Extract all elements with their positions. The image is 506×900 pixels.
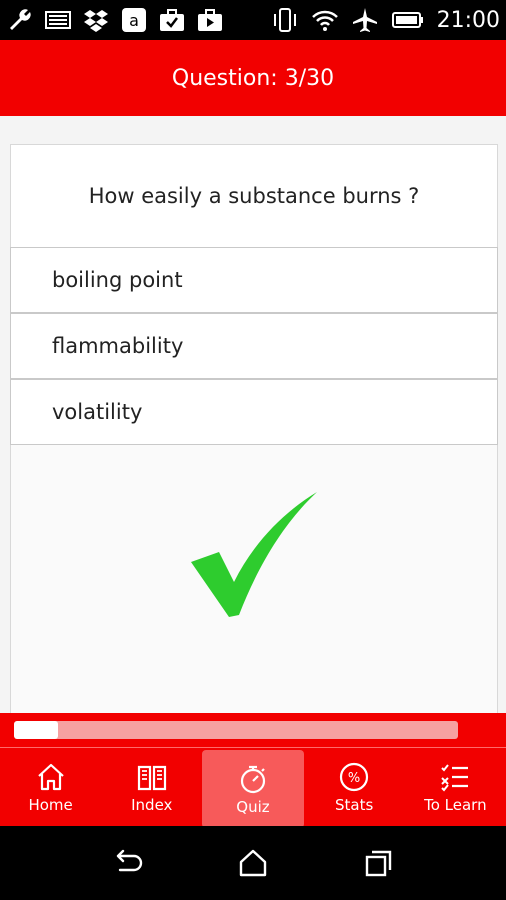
- bottom-nav: Home Index Quiz % Stats To Learn: [0, 747, 506, 828]
- quiz-progress: [0, 713, 506, 747]
- nav-to-learn[interactable]: To Learn: [405, 748, 506, 826]
- percent-icon: %: [340, 762, 369, 792]
- wrench-icon: [10, 9, 31, 30]
- checklist-icon: [441, 764, 469, 792]
- nav-quiz[interactable]: Quiz: [202, 750, 304, 828]
- answer-option-3[interactable]: volatility: [10, 379, 498, 445]
- nav-index[interactable]: Index: [101, 748, 202, 826]
- progress-fill: [14, 721, 59, 739]
- app-header: Question: 3/30: [0, 40, 506, 116]
- battery-icon: [391, 12, 423, 28]
- status-bar-system: 21:00: [271, 4, 500, 36]
- home-icon[interactable]: [236, 848, 270, 878]
- nav-stats[interactable]: % Stats: [304, 748, 405, 826]
- question-box: How easily a substance burns ?: [11, 145, 497, 247]
- question-counter: Question: 3/30: [171, 65, 335, 91]
- dropbox-icon: [84, 10, 108, 32]
- answer-option-1[interactable]: boiling point: [10, 247, 498, 313]
- nav-home[interactable]: Home: [0, 748, 101, 826]
- airplane-icon: [352, 8, 377, 32]
- stopwatch-icon: [240, 765, 266, 794]
- briefcase-check-icon: [160, 9, 184, 31]
- back-icon[interactable]: [110, 848, 144, 878]
- amazon-icon: a: [122, 8, 146, 32]
- answer-option-2[interactable]: flammability: [10, 313, 498, 379]
- clock: 21:00: [436, 7, 500, 33]
- status-bar-notifications: a: [6, 4, 224, 36]
- nav-home-label: Home: [28, 796, 73, 814]
- wifi-icon: [311, 10, 338, 31]
- system-nav-bar: [0, 826, 506, 900]
- nav-stats-label: Stats: [335, 796, 374, 814]
- svg-text:%: %: [348, 771, 360, 786]
- nav-index-label: Index: [131, 796, 173, 814]
- question-text: How easily a substance burns ?: [88, 184, 420, 208]
- keyboard-icon: [45, 11, 71, 29]
- nav-to-learn-label: To Learn: [424, 796, 487, 814]
- svg-text:a: a: [129, 11, 139, 30]
- book-icon: [137, 765, 166, 791]
- status-bar: a 21:00: [0, 0, 506, 40]
- quiz-content: How easily a substance burns ? boiling p…: [0, 116, 506, 714]
- briefcase-play-icon: [198, 9, 222, 31]
- recents-icon[interactable]: [362, 848, 396, 878]
- nav-quiz-label: Quiz: [236, 798, 270, 816]
- checkmark-icon: [191, 492, 317, 617]
- progress-track: [14, 721, 458, 739]
- home-icon: [37, 763, 64, 791]
- vibrate-icon: [273, 8, 296, 32]
- question-card: How easily a substance burns ? boiling p…: [10, 144, 498, 714]
